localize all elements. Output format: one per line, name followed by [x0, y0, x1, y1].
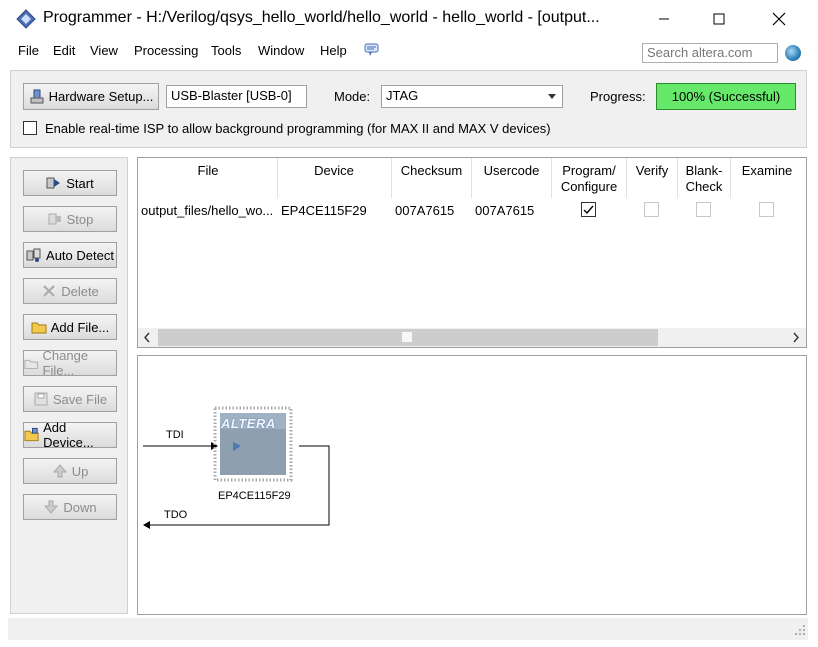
progress-text: 100% (Successful) [671, 89, 781, 104]
col-header-device[interactable]: Device [278, 163, 390, 179]
auto-detect-icon [26, 248, 41, 262]
jtag-chain-diagram [143, 406, 330, 529]
scroll-grip [402, 332, 412, 342]
tdi-arrow-icon [211, 442, 218, 450]
hardware-icon [30, 89, 44, 103]
chip-device-label: EP4CE115F29 [218, 490, 291, 502]
save-file-button[interactable]: Save File [23, 386, 117, 412]
menu-processing[interactable]: Processing [134, 43, 198, 58]
save-icon [34, 392, 48, 406]
col-header-program[interactable]: Program/ Configure [552, 163, 626, 195]
folder-icon [31, 322, 47, 334]
programmer-app-icon [16, 9, 36, 29]
delete-icon [43, 285, 55, 297]
auto-detect-button[interactable]: Auto Detect [23, 242, 117, 268]
progress-label: Progress: [590, 89, 646, 104]
row-usercode: 007A7615 [475, 203, 535, 218]
examine-checkbox[interactable] [759, 202, 774, 217]
start-icon [46, 177, 61, 189]
delete-button[interactable]: Delete [23, 278, 117, 304]
minimize-icon [659, 18, 669, 20]
row-file: output_files/hello_wo... [141, 203, 274, 218]
title-bar: Programmer - H:/Verilog/qsys_hello_world… [0, 0, 818, 38]
change-file-icon [24, 359, 39, 369]
window-title: Programmer - H:/Verilog/qsys_hello_world… [43, 9, 600, 26]
tdo-label: TDO [164, 509, 188, 521]
mode-select[interactable]: JTAG [381, 85, 563, 108]
add-device-icon [24, 427, 39, 442]
col-header-file[interactable]: File [140, 163, 276, 179]
stop-icon [48, 213, 61, 225]
menu-edit[interactable]: Edit [53, 43, 75, 58]
scroll-right-icon[interactable] [792, 332, 800, 343]
col-header-blank-check[interactable]: Blank- Check [678, 163, 730, 195]
add-file-button[interactable]: Add File... [23, 314, 117, 340]
blank-check-checkbox[interactable] [696, 202, 711, 217]
isp-label: Enable real-time ISP to allow background… [45, 121, 551, 136]
checkmark-icon [583, 205, 594, 215]
down-arrow-icon [44, 500, 59, 514]
down-button[interactable]: Down [23, 494, 117, 520]
menu-help[interactable]: Help [320, 43, 347, 58]
progress-bar: 100% (Successful) [656, 83, 796, 110]
col-header-examine[interactable]: Examine [731, 163, 803, 179]
search-input[interactable]: Search altera.com [642, 43, 778, 63]
mode-label: Mode: [334, 89, 371, 104]
hardware-setup-button[interactable]: Hardware Setup... [23, 83, 159, 110]
scroll-left-icon[interactable] [143, 332, 151, 343]
up-button[interactable]: Up [23, 458, 117, 484]
stop-button[interactable]: Stop [23, 206, 117, 232]
altera-logo: ALTERA [221, 416, 276, 431]
tdi-label: TDI [166, 429, 184, 441]
maximize-button[interactable] [706, 8, 732, 30]
verify-checkbox[interactable] [644, 202, 659, 217]
isp-checkbox[interactable] [23, 121, 37, 135]
menu-tools[interactable]: Tools [211, 43, 241, 58]
minimize-button[interactable] [651, 8, 677, 30]
menu-window[interactable]: Window [258, 43, 304, 58]
add-device-button[interactable]: Add Device... [23, 420, 117, 450]
menu-view[interactable]: View [90, 43, 118, 58]
help-chat-icon[interactable] [364, 43, 380, 57]
menu-file[interactable]: File [18, 43, 39, 58]
up-arrow-icon [52, 464, 67, 478]
row-checksum: 007A7615 [395, 203, 455, 218]
status-strip [8, 618, 808, 640]
globe-icon[interactable] [785, 45, 801, 61]
start-button[interactable]: Start [23, 170, 117, 196]
program-checkbox[interactable] [581, 202, 596, 217]
close-button[interactable] [766, 8, 792, 30]
col-header-checksum[interactable]: Checksum [392, 163, 471, 179]
maximize-icon [713, 13, 725, 25]
col-header-verify[interactable]: Verify [627, 163, 677, 179]
hardware-field: USB-Blaster [USB-0] [166, 85, 307, 108]
row-device: EP4CE115F29 [281, 203, 367, 218]
col-header-usercode[interactable]: Usercode [472, 163, 551, 179]
close-icon [772, 12, 786, 26]
change-file-button[interactable]: Change File... [23, 348, 117, 378]
resize-grip-icon[interactable] [794, 624, 806, 636]
chevron-down-icon [548, 94, 556, 99]
tdo-arrow-icon [143, 521, 150, 529]
